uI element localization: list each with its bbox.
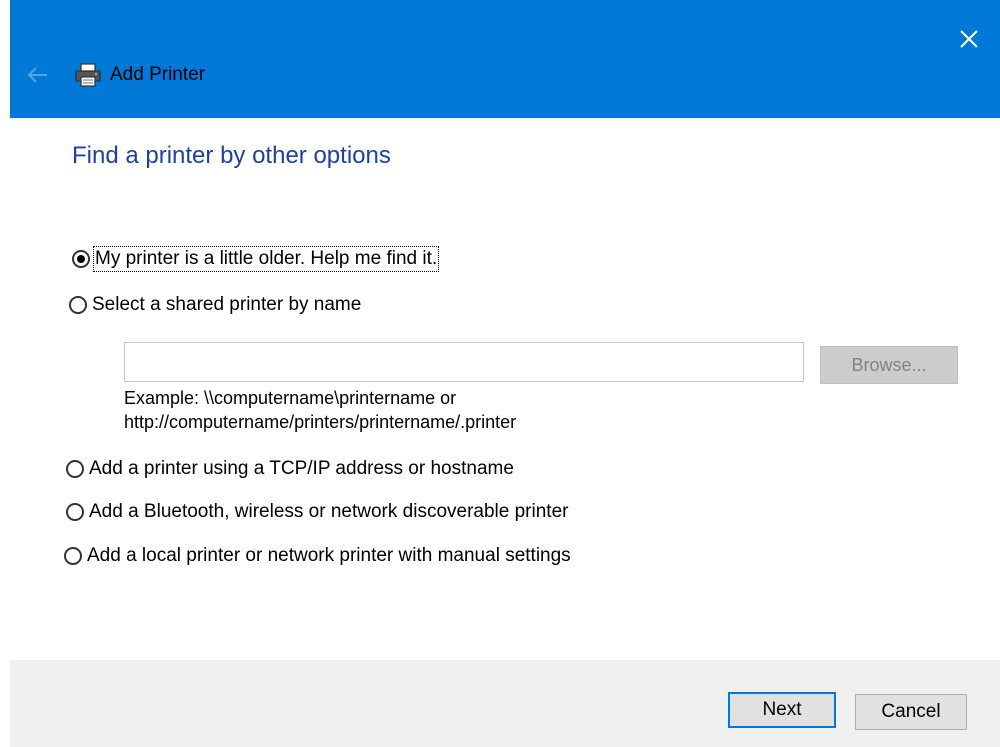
example-line-2: http://computername/printers/printername… (124, 412, 517, 432)
option-bluetooth-wireless[interactable]: Add a Bluetooth, wireless or network dis… (66, 501, 568, 523)
radio-button[interactable] (69, 296, 87, 314)
window-title: Add Printer (110, 64, 206, 85)
example-line-1: Example: \\computername\printername or (124, 388, 457, 408)
browse-button[interactable]: Browse... (820, 346, 958, 384)
option-label: Select a shared printer by name (92, 294, 362, 315)
option-label: Add a local printer or network printer w… (87, 545, 571, 566)
option-older-printer[interactable]: My printer is a little older. Help me fi… (72, 246, 440, 272)
nav-row: Add Printer (10, 50, 205, 100)
cancel-button[interactable]: Cancel (855, 694, 967, 730)
option-local-manual[interactable]: Add a local printer or network printer w… (64, 545, 571, 567)
shared-printer-name-input[interactable] (124, 342, 804, 382)
content-area: Find a printer by other options My print… (10, 118, 1000, 660)
next-button[interactable]: Next (728, 692, 836, 728)
back-arrow-icon (27, 67, 47, 83)
add-printer-window: Add Printer Find a printer by other opti… (0, 0, 1000, 747)
option-label: Add a Bluetooth, wireless or network dis… (89, 501, 569, 522)
page-title: Find a printer by other options (72, 142, 391, 169)
radio-button[interactable] (64, 547, 82, 565)
back-button[interactable] (16, 53, 60, 97)
radio-button[interactable] (66, 460, 84, 478)
option-tcpip[interactable]: Add a printer using a TCP/IP address or … (66, 458, 514, 480)
radio-button-checked[interactable] (72, 250, 90, 268)
option-label: My printer is a little older. Help me fi… (92, 246, 440, 272)
option-label: Add a printer using a TCP/IP address or … (89, 458, 514, 479)
close-icon (960, 30, 978, 48)
close-button[interactable] (952, 22, 986, 56)
option-shared-printer[interactable]: Select a shared printer by name (69, 294, 361, 316)
footer-bar: Next Cancel (10, 660, 1000, 747)
radio-button[interactable] (66, 503, 84, 521)
example-text: Example: \\computername\printername or h… (124, 386, 824, 434)
printer-icon (74, 61, 102, 89)
window-left-border (0, 0, 10, 747)
